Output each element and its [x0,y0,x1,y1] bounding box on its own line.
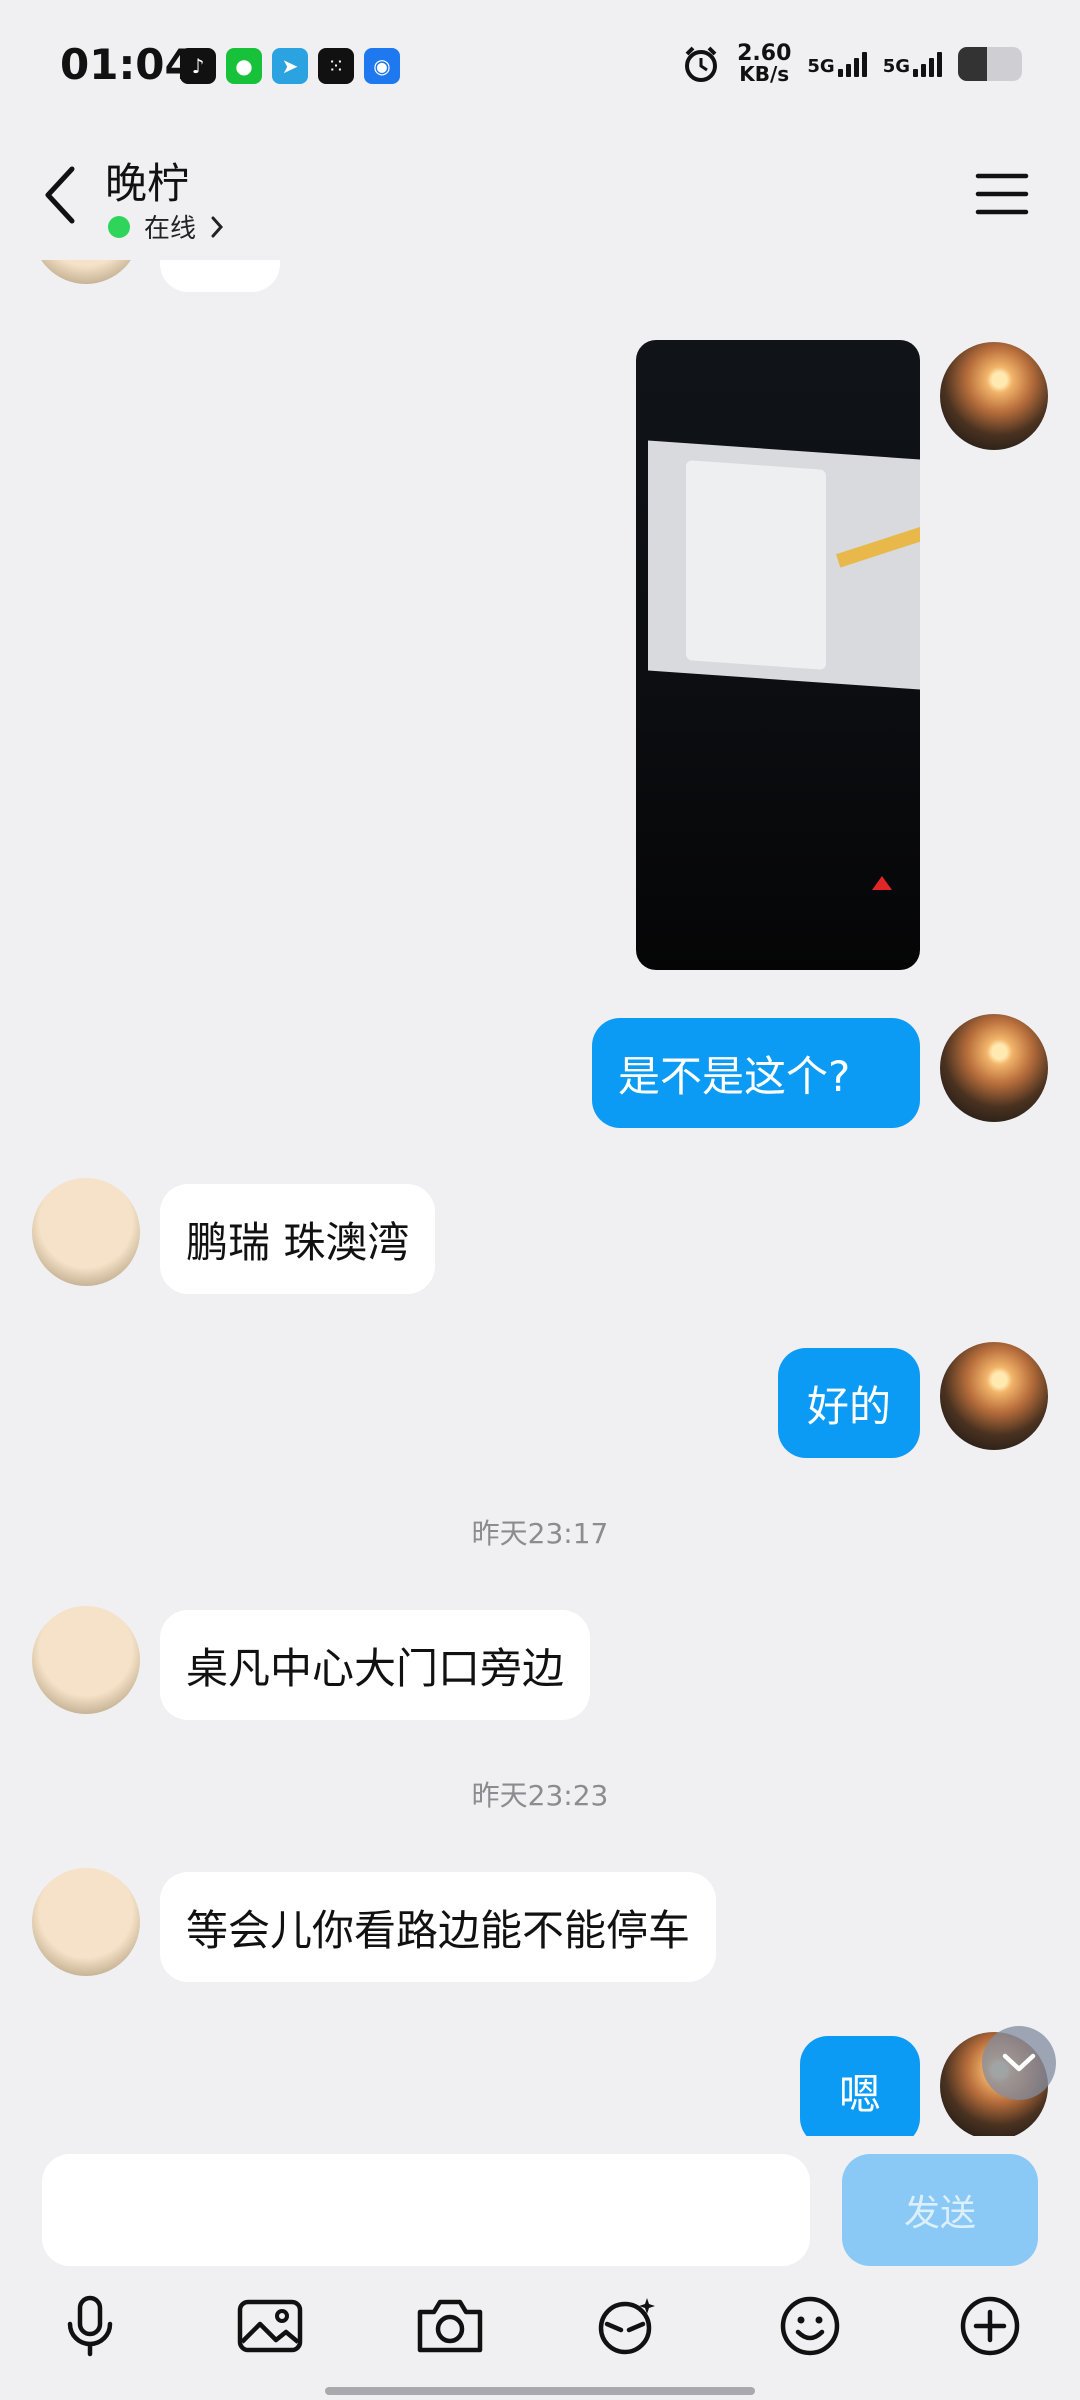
status-app-icons: ♪ ● ➤ ⁙ ◉ [180,48,400,84]
emoji-icon [780,2296,840,2356]
emoji-button[interactable] [770,2286,850,2366]
avatar-contact[interactable] [32,1178,140,1286]
voice-button[interactable] [50,2286,130,2366]
telegram-icon: ➤ [272,48,308,84]
message-timestamp: 昨天23:23 [471,1779,609,1812]
message-bubble-outgoing[interactable]: 是不是这个? [592,1018,920,1128]
gallery-button[interactable] [230,2286,310,2366]
image-message[interactable] [636,340,920,970]
status-right: 2.60 KB/s 5G 5G [681,41,1022,86]
chevron-left-icon [45,166,75,224]
chevron-down-icon [1002,2053,1036,2072]
status-time: 01:04 [60,40,194,89]
message-bubble-outgoing[interactable]: 好的 [778,1348,920,1458]
message-timestamp: 昨天23:17 [471,1517,609,1550]
alarm-icon [685,46,718,82]
send-button[interactable]: 发送 [842,2154,1038,2266]
signal-2: 5G [883,51,942,77]
message-bubble-incoming[interactable]: 桌凡中心大门口旁边 [160,1610,591,1720]
online-status[interactable]: 在线 [108,208,224,245]
app-grid-icon: ⁙ [318,48,354,84]
message-bubble-incoming[interactable]: 鹏瑞 珠澳湾 [160,1184,436,1294]
hotspot-icon: ◉ [364,48,400,84]
ai-face-icon [598,2298,655,2355]
signal-bars-icon [837,51,867,77]
message-bubble-outgoing[interactable]: 嗯 [800,2036,920,2146]
menu-button[interactable] [974,166,1030,222]
message-bubble-incoming[interactable]: 等会儿你看路边能不能停车 [160,1872,717,1982]
chevron-right-icon [211,216,224,237]
ai-face-button[interactable] [588,2286,668,2366]
camera-icon [417,2299,483,2353]
wechat-icon: ● [226,48,262,84]
back-button[interactable] [30,160,90,230]
chat-header: 晚柠 在线 [0,130,1080,260]
photo-red-marker [872,876,892,890]
signal-2-label: 5G [882,56,910,77]
avatar-contact[interactable] [32,1868,140,1976]
composer: 发送 [0,2136,1080,2400]
home-indicator[interactable] [325,2387,755,2395]
more-button[interactable] [950,2286,1030,2366]
composer-toolbar [0,2286,1080,2366]
net-speed-value: 2.60 [737,41,792,66]
avatar-contact[interactable] [32,1606,140,1714]
status-bar: 01:04 ♪ ● ➤ ⁙ ◉ 2.60 KB/s 5G 5G [0,0,1080,130]
battery-icon [958,47,1022,81]
signal-1-label: 5G [807,56,835,77]
photo-nav-panel [686,460,826,670]
scroll-to-bottom-button[interactable] [982,2026,1056,2100]
camera-button[interactable] [410,2286,490,2366]
signal-bars-icon [913,51,942,77]
tiktok-icon: ♪ [180,48,216,84]
microphone-icon [67,2295,113,2357]
hamburger-menu-icon [975,173,1029,215]
online-dot-icon [108,215,130,238]
avatar-self[interactable] [940,342,1048,450]
avatar-self[interactable] [940,1342,1048,1450]
plus-icon [960,2296,1020,2356]
signal-1: 5G [807,51,867,77]
contact-name[interactable]: 晚柠 [105,150,189,211]
net-speed-unit: KB/s [739,62,790,86]
message-input[interactable] [42,2154,810,2266]
image-icon [237,2299,303,2353]
online-status-label: 在线 [144,214,197,244]
avatar-self[interactable] [940,1014,1048,1122]
net-speed: 2.60 KB/s [737,41,792,86]
